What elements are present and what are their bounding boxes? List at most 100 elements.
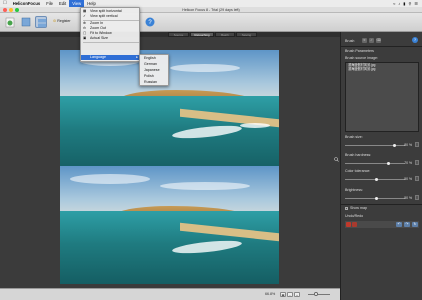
undo-redo-controls: ↶ ↷ ↻ (345, 221, 419, 228)
undo-icon: ↶ (397, 222, 401, 226)
menu-app-name[interactable]: HeliconFocus (10, 0, 43, 7)
menu-item-label: Zoom In (90, 21, 104, 25)
menu-bar:  HeliconFocus File Edit View Help ≈ ♪ ▮… (0, 0, 422, 7)
undo-redo-label: Undo/Redo (345, 214, 364, 218)
actual-size-icon: ▣ (83, 36, 87, 40)
menu-item-split-vertical[interactable]: ✓ View split vertical (81, 14, 141, 19)
menu-file[interactable]: File (43, 0, 56, 7)
color-tolerance-knob[interactable] (375, 178, 378, 181)
menu-separator (83, 42, 139, 43)
brush-size-stepper[interactable] (415, 142, 419, 147)
wifi-icon[interactable]: ≈ (393, 1, 395, 6)
minimize-window-button[interactable] (9, 8, 13, 12)
cloud (170, 64, 240, 72)
zoom-fit-button[interactable]: ▣ (280, 292, 286, 297)
menu-item-label: Fit to Window (90, 31, 112, 35)
brush-icon: ✒ (363, 38, 366, 42)
view-single-button[interactable] (20, 16, 32, 28)
magnifier-icon[interactable] (334, 157, 339, 162)
zoom-slider-knob[interactable] (314, 292, 318, 296)
menu-view[interactable]: View (69, 0, 85, 7)
checkmark-icon: ✓ (83, 14, 87, 18)
menu-item-label: View split horizontal (90, 9, 122, 13)
picker-tool-button[interactable]: ✓ (369, 38, 374, 43)
fit-icon: ▣ (281, 293, 285, 297)
menu-item-actual-size[interactable]: ▣ Actual Size (81, 36, 141, 41)
eraser-icon: ⌫ (376, 38, 381, 42)
zoom-window-button[interactable] (15, 8, 19, 12)
brush-parameters-label: Brush Parameters (345, 49, 374, 53)
register-label: Register (57, 19, 71, 23)
show-map-checkbox[interactable] (345, 207, 348, 210)
history-button[interactable] (352, 222, 357, 227)
menu-item-german[interactable]: German (140, 62, 170, 67)
menu-item-russian[interactable]: Russian (140, 80, 170, 85)
list-item[interactable]: 滨海度假村风景.jpg (346, 67, 418, 71)
undo-button[interactable]: ↶ (396, 222, 402, 227)
redo-all-icon: ↻ (413, 222, 417, 226)
brightness-value[interactable]: 50 % (404, 196, 412, 200)
close-window-button[interactable] (3, 8, 7, 12)
image-canvas[interactable] (0, 37, 340, 288)
battery-icon[interactable]: ▮ (403, 1, 405, 6)
brush-source-list[interactable]: 滨海度假村风景.jpg 滨海度假村风景.jpg (345, 62, 419, 132)
register-button[interactable]: ⚙ Register (53, 19, 71, 23)
key-icon: ⚙ (53, 19, 57, 23)
brush-source-label: Brush source image: (345, 56, 378, 60)
menu-item-language[interactable]: Language ▸ (81, 55, 141, 60)
brush-hardness-value[interactable]: 70 % (404, 161, 412, 165)
menu-item-label: Actual Size (90, 36, 108, 40)
split-view-icon (38, 19, 46, 27)
brightness-stepper[interactable] (415, 195, 419, 200)
menu-item-label: View split vertical (90, 14, 118, 18)
open-files-button[interactable] (4, 16, 16, 28)
search-icon[interactable]: ⚲ (408, 1, 411, 6)
brush-label: Brush (345, 39, 355, 43)
volume-icon[interactable]: ♪ (398, 1, 400, 6)
apple-menu[interactable]:  (0, 0, 10, 7)
brush-size-slider[interactable] (345, 145, 405, 146)
menu-help[interactable]: Help (84, 0, 99, 7)
help-icon: ? (413, 37, 417, 42)
single-view-icon (21, 17, 31, 27)
brush-hardness-slider[interactable] (345, 163, 405, 164)
open-files-icon (5, 17, 15, 28)
menu-item-english[interactable]: English (140, 56, 170, 61)
cloud (70, 174, 150, 184)
eraser-tool-button[interactable]: ⌫ (376, 38, 381, 43)
source-image[interactable] (60, 166, 279, 284)
delete-history-button[interactable] (346, 222, 351, 227)
zoom-out-button[interactable]: − (287, 292, 293, 297)
right-panel: Brush ✒ ✓ ⌫ ? Brush Parameters Brush sou… (340, 32, 422, 300)
menu-item-japanese[interactable]: Japanese (140, 68, 170, 73)
show-map-label: Show map (350, 206, 367, 210)
menu-item-polish[interactable]: Polish (140, 74, 170, 79)
menu-item-label: Zoom Out (90, 26, 106, 30)
sea (60, 210, 279, 284)
zoom-slider-track[interactable] (308, 294, 330, 295)
brush-size-knob[interactable] (393, 144, 396, 147)
view-split-button[interactable] (35, 16, 47, 28)
language-submenu: English German Japanese Polish Russian (139, 54, 169, 86)
minus-icon: − (289, 293, 291, 297)
menu-edit[interactable]: Edit (56, 0, 69, 7)
cloud (160, 182, 250, 190)
redo-button[interactable]: ↷ (404, 222, 410, 227)
divider (341, 204, 422, 205)
zoom-in-button[interactable]: + (294, 292, 300, 297)
brightness-knob[interactable] (375, 197, 378, 200)
brush-size-value[interactable]: 80 % (404, 143, 412, 147)
brush-tool-button[interactable]: ✒ (362, 38, 367, 43)
info-button[interactable]: ? (144, 16, 156, 28)
color-tolerance-value[interactable]: 50 % (404, 177, 412, 181)
divider (341, 46, 422, 47)
menu-icon[interactable]: ☰ (414, 1, 418, 6)
brush-hardness-stepper[interactable] (415, 160, 419, 165)
color-tolerance-stepper[interactable] (415, 176, 419, 181)
sea (60, 95, 279, 171)
redo-all-button[interactable]: ↻ (412, 222, 418, 227)
brush-hardness-knob[interactable] (387, 162, 390, 165)
brush-hardness-label: Brush hardness: (345, 153, 372, 157)
help-button[interactable]: ? (412, 37, 418, 43)
toolbar: ⚙ Register ? (0, 13, 422, 32)
